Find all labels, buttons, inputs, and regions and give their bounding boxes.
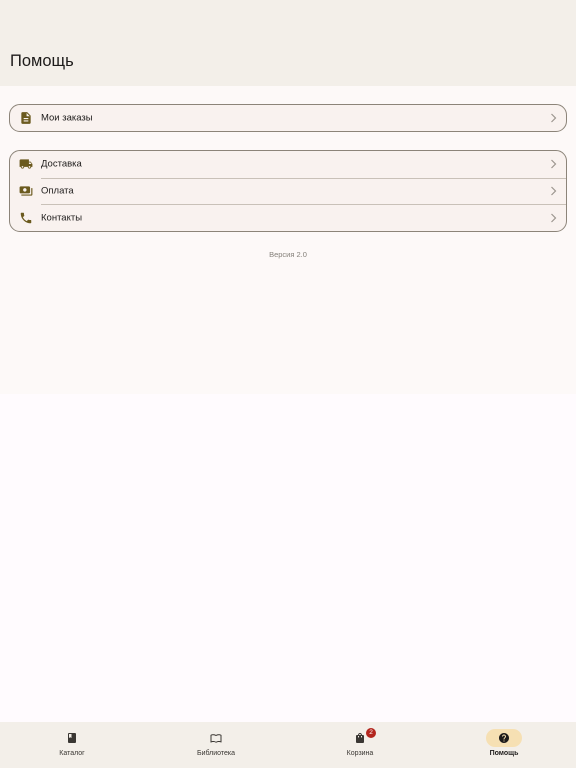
chevron-right-icon — [551, 213, 557, 223]
payments-icon — [19, 186, 33, 196]
nav-item-help[interactable]: Помощь — [432, 722, 576, 768]
truck-icon — [19, 159, 33, 170]
version-text: Версия 2.0 — [269, 250, 307, 259]
document-icon — [21, 112, 31, 124]
nav-item-catalog[interactable]: Каталог — [0, 722, 144, 768]
nav-item-library[interactable]: Библиотека — [144, 722, 288, 768]
shopping-bag-icon — [356, 733, 364, 743]
content-area — [0, 86, 576, 394]
nav-label-catalog: Каталог — [59, 750, 85, 757]
my-orders-label: Мои заказы — [41, 112, 93, 124]
contacts-label: Контакты — [41, 212, 83, 224]
payment-label: Оплата — [41, 185, 74, 197]
top-app-bar: Помощь — [0, 0, 576, 86]
cart-badge: 2 — [366, 728, 376, 738]
nav-label-help: Помощь — [489, 750, 519, 757]
bottom-navigation: Каталог Библиотека 2 Корзина Помощь — [0, 722, 576, 768]
chevron-right-icon — [551, 186, 557, 196]
nav-item-cart[interactable]: 2 Корзина — [288, 722, 432, 768]
contacts-item[interactable]: Контакты — [10, 204, 566, 231]
app: Помощь Мои заказы Доставка Оплата Контак… — [0, 0, 576, 768]
page-title: Помощь — [10, 52, 74, 70]
delivery-label: Доставка — [41, 158, 82, 170]
chevron-right-icon — [551, 113, 557, 123]
phone-icon — [20, 212, 32, 223]
payment-item[interactable]: Оплата — [10, 177, 566, 205]
help-circle-icon — [499, 733, 509, 743]
chevron-right-icon — [551, 159, 557, 169]
nav-label-library: Библиотека — [196, 750, 236, 757]
my-orders-item[interactable]: Мои заказы — [10, 105, 566, 131]
delivery-item[interactable]: Доставка — [10, 151, 566, 178]
info-card: Доставка Оплата Контакты — [9, 150, 567, 232]
book-icon — [68, 733, 76, 743]
orders-card: Мои заказы — [9, 104, 567, 132]
nav-label-cart: Корзина — [346, 750, 374, 757]
open-book-icon — [210, 734, 222, 743]
